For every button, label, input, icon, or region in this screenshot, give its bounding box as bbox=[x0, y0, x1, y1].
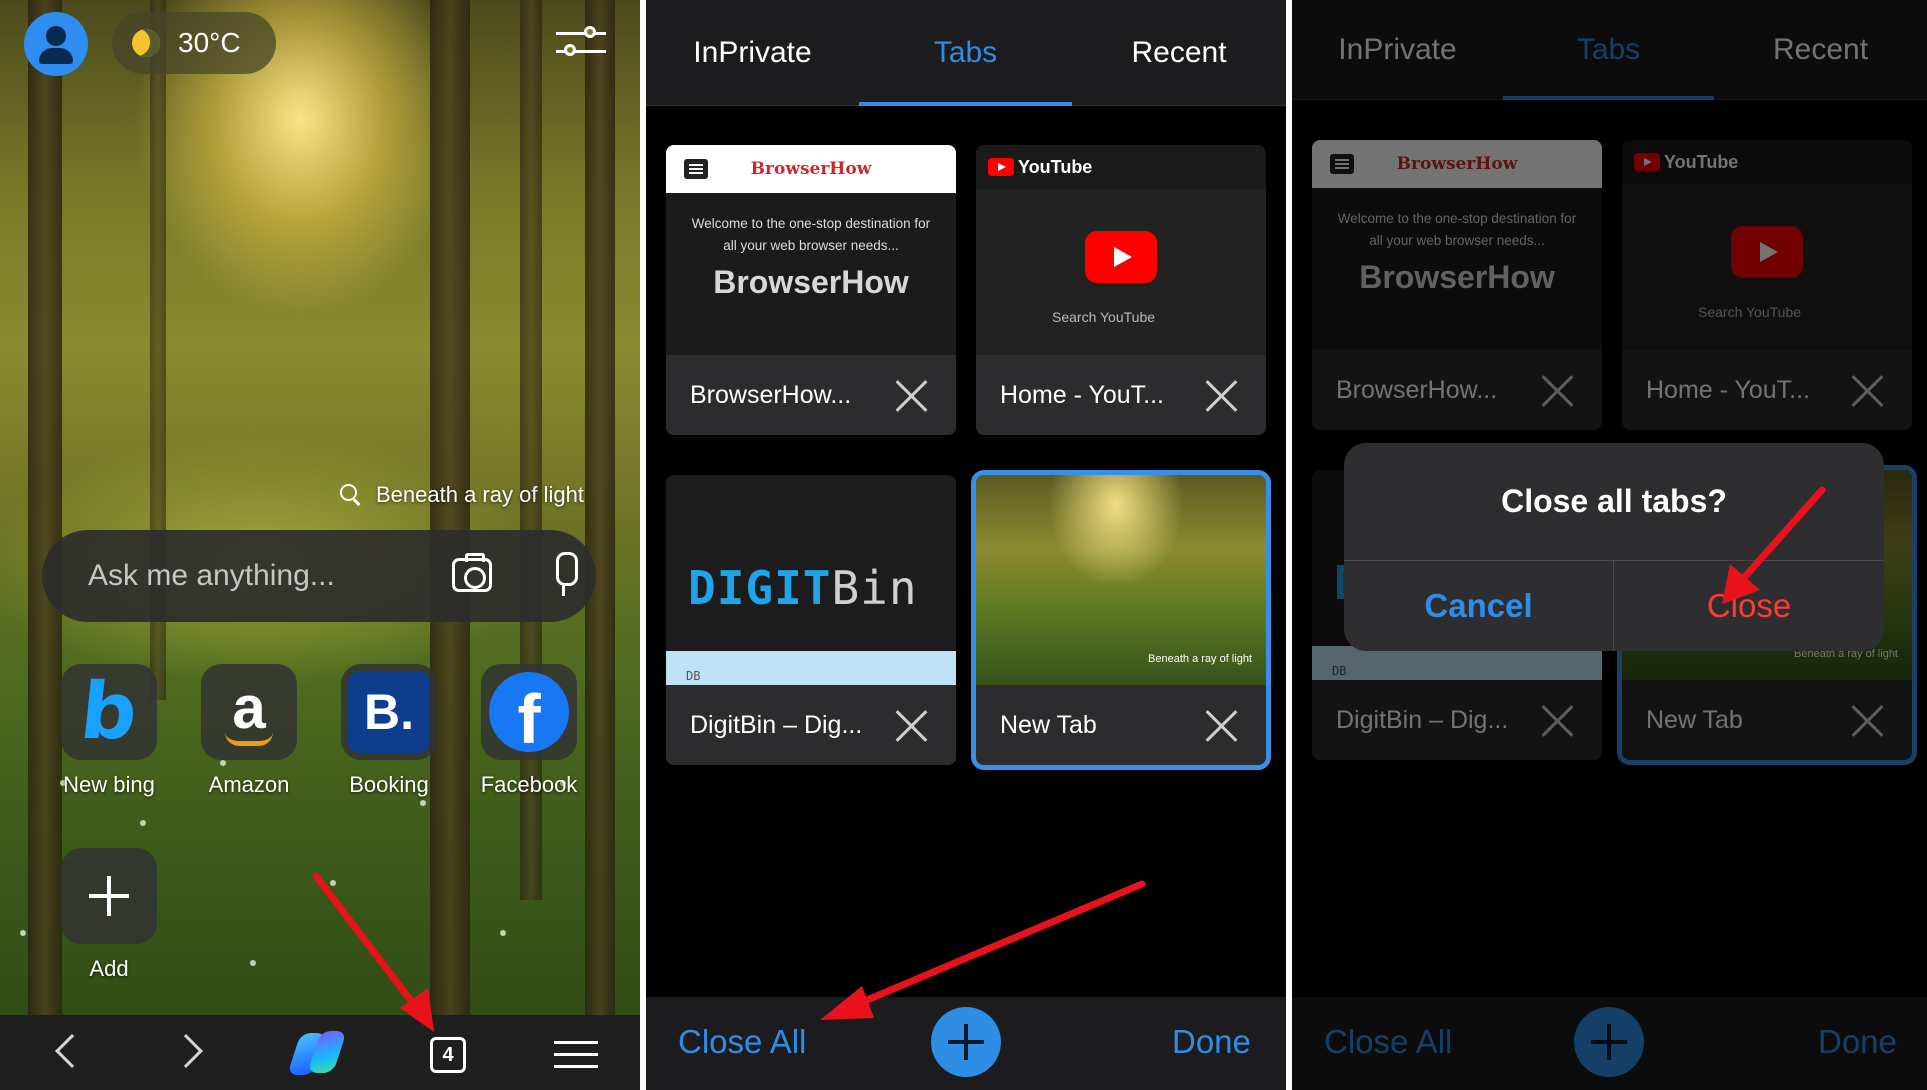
tab-thumbnail: DIGITBin DB bbox=[666, 475, 956, 685]
tab-count: 4 bbox=[442, 1043, 454, 1066]
tab-type-segmented-control: InPrivate Tabs Recent bbox=[646, 0, 1286, 106]
tab-switcher-toolbar: Close All Done bbox=[646, 997, 1286, 1090]
close-all-dialog: Close all tabs? Cancel Close bbox=[1344, 443, 1884, 651]
close-all-button[interactable]: Close All bbox=[678, 1023, 806, 1061]
shortcut-label: Add bbox=[89, 956, 129, 981]
background-caption: Beneath a ray of light bbox=[376, 482, 584, 507]
done-button[interactable]: Done bbox=[1172, 1023, 1251, 1061]
tab-card-youtube[interactable]: YouTube Search YouTube Home - YouT... bbox=[976, 145, 1266, 435]
menu-icon[interactable] bbox=[554, 1041, 598, 1069]
tab-title: DigitBin – Dig... bbox=[690, 710, 863, 739]
tab-card-browserhow[interactable]: BrowserHow Welcome to the one-stop desti… bbox=[666, 145, 956, 435]
close-tab-icon[interactable] bbox=[894, 709, 928, 743]
tab-card-new-tab[interactable]: Beneath a ray of light New Tab bbox=[971, 470, 1271, 770]
edge-home-screen: 30°C Beneath a ray of light Ask me anyth… bbox=[0, 0, 640, 1090]
close-all-confirmation: InPrivate Tabs Recent BrowserHow Welcome… bbox=[1292, 0, 1927, 1090]
shortcut-amazon[interactable]: a Amazon bbox=[201, 664, 297, 798]
shortcut-label: Amazon bbox=[208, 772, 290, 797]
tab-title: Home - YouT... bbox=[1000, 380, 1164, 409]
plus-icon bbox=[89, 876, 129, 916]
page-settings-icon[interactable] bbox=[556, 20, 606, 64]
bing-logo-icon: b bbox=[76, 667, 142, 757]
tab-thumbnail: YouTube Search YouTube bbox=[976, 145, 1266, 355]
tab-thumbnail: Beneath a ray of light bbox=[976, 475, 1266, 685]
shortcut-label: Booking bbox=[349, 772, 429, 797]
youtube-play-icon bbox=[1085, 231, 1157, 283]
new-tab-button[interactable] bbox=[931, 1007, 1001, 1077]
weather-widget[interactable]: 30°C bbox=[112, 12, 276, 74]
shortcut-new-bing[interactable]: b New bing bbox=[61, 664, 157, 798]
weather-temperature: 30°C bbox=[178, 27, 241, 58]
close-tab-icon[interactable] bbox=[1204, 709, 1238, 743]
back-chevron-icon[interactable] bbox=[55, 1034, 89, 1068]
bottom-toolbar: 4 bbox=[0, 1015, 640, 1090]
search-icon bbox=[340, 484, 362, 506]
shortcut-label: New bing bbox=[63, 772, 155, 797]
dialog-title: Close all tabs? bbox=[1344, 443, 1884, 561]
tab-card-digitbin[interactable]: DIGITBin DB DigitBin – Dig... bbox=[666, 475, 956, 765]
forward-chevron-icon[interactable] bbox=[169, 1034, 203, 1068]
youtube-logo-icon bbox=[988, 158, 1014, 176]
booking-logo-icon: B. bbox=[348, 671, 430, 753]
segment-inprivate[interactable]: InPrivate bbox=[646, 0, 859, 106]
profile-avatar-button[interactable] bbox=[24, 12, 88, 76]
search-placeholder: Ask me anything... bbox=[88, 559, 335, 592]
segment-recent[interactable]: Recent bbox=[1072, 0, 1286, 106]
close-tab-icon[interactable] bbox=[894, 379, 928, 413]
close-tab-icon[interactable] bbox=[1204, 379, 1238, 413]
tab-count-button[interactable]: 4 bbox=[430, 1037, 466, 1073]
cancel-button[interactable]: Cancel bbox=[1344, 561, 1614, 651]
tab-thumbnail: BrowserHow Welcome to the one-stop desti… bbox=[666, 145, 956, 355]
plus-icon bbox=[948, 1024, 984, 1060]
search-input[interactable]: Ask me anything... bbox=[42, 530, 596, 622]
microphone-icon[interactable] bbox=[552, 552, 578, 596]
moon-icon bbox=[128, 25, 164, 61]
background-info-link[interactable]: Beneath a ray of light bbox=[340, 482, 584, 508]
tab-title: New Tab bbox=[1000, 710, 1097, 739]
segment-tabs[interactable]: Tabs bbox=[859, 0, 1072, 106]
copilot-icon[interactable] bbox=[287, 1027, 348, 1079]
tab-title: BrowserHow... bbox=[690, 380, 852, 409]
amazon-logo-icon: a bbox=[225, 678, 273, 746]
shortcut-label: Facebook bbox=[480, 772, 578, 797]
shortcut-facebook[interactable]: f Facebook bbox=[481, 664, 577, 798]
confirm-close-button[interactable]: Close bbox=[1614, 561, 1884, 651]
menu-icon bbox=[684, 159, 708, 179]
active-segment-indicator bbox=[859, 102, 1072, 106]
person-icon bbox=[46, 26, 66, 46]
tab-switcher: InPrivate Tabs Recent BrowserHow Welcome… bbox=[646, 0, 1286, 1090]
shortcut-booking[interactable]: B. Booking bbox=[341, 664, 437, 798]
facebook-logo-icon: f bbox=[489, 672, 569, 752]
camera-icon[interactable] bbox=[452, 553, 492, 592]
add-shortcut-button[interactable]: Add bbox=[61, 848, 157, 982]
screenshot-composite: 30°C Beneath a ray of light Ask me anyth… bbox=[0, 0, 1927, 1090]
